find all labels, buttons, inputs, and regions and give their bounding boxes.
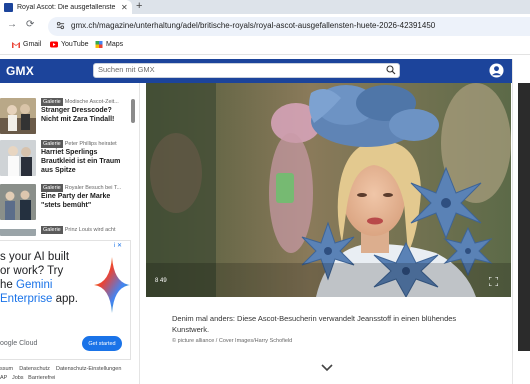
gallery-badge: Galerie bbox=[41, 184, 63, 192]
close-tab-icon[interactable]: ✕ bbox=[121, 3, 128, 12]
list-item[interactable]: Galerie Peter Phillips heiratet Harriet S… bbox=[41, 140, 131, 175]
bookmark-label: Gmail bbox=[23, 41, 42, 48]
reload-icon[interactable]: ⟳ bbox=[26, 19, 34, 30]
article-headline[interactable]: Stranger Dresscode? Nicht mit Zara Tinda… bbox=[41, 106, 131, 124]
footer-link[interactable]: ssum bbox=[0, 366, 13, 372]
fullscreen-icon[interactable] bbox=[489, 277, 498, 286]
list-item[interactable]: Galerie Royaler Besuch bei T... Eine Part… bbox=[41, 184, 131, 210]
article-thumbnail[interactable] bbox=[0, 140, 36, 176]
ad-highlight: Gemini bbox=[16, 279, 53, 291]
bookmark-gmail[interactable]: Gmail bbox=[12, 41, 41, 48]
article-headline[interactable]: Harriet Sperlings Brautkleid ist ein Tra… bbox=[41, 148, 131, 175]
tab-title: Royal Ascot: Die ausgefallenste bbox=[17, 3, 116, 11]
ad-info-icon[interactable]: i ✕ bbox=[114, 242, 122, 249]
sidebar-scrollbar[interactable] bbox=[131, 99, 135, 123]
gallery-badge: Galerie bbox=[41, 98, 63, 106]
list-item[interactable]: Galerie Modische Ascot-Zeit... Stranger D… bbox=[41, 98, 131, 124]
ad-line: app. bbox=[52, 293, 78, 305]
list-item[interactable]: Galerie Prinz Louis wird acht bbox=[41, 226, 131, 234]
article-kicker: Prinz Louis wird acht bbox=[64, 227, 116, 233]
footer-link[interactable]: AP bbox=[0, 375, 7, 381]
article-thumbnail[interactable] bbox=[0, 98, 36, 134]
new-tab-button[interactable]: + bbox=[136, 0, 142, 13]
gallery-photo[interactable] bbox=[146, 83, 511, 297]
ad-line: he bbox=[0, 279, 16, 291]
article-kicker: Modische Ascot-Zeit... bbox=[64, 99, 119, 105]
chevron-down-icon[interactable] bbox=[320, 363, 334, 372]
footer-link[interactable]: Barrierefrei bbox=[28, 375, 55, 381]
footer-link[interactable]: Datenschutz-Einstellungen bbox=[56, 366, 121, 372]
search-icon[interactable] bbox=[386, 65, 396, 75]
footer-row: ssum Datenschutz Datenschutz-Einstellung… bbox=[0, 366, 121, 372]
browser-tab[interactable]: Royal Ascot: Die ausgefallenste ✕ bbox=[0, 0, 132, 14]
gallery-badge: Galerie bbox=[41, 140, 63, 148]
next-photo-preview[interactable] bbox=[518, 83, 530, 351]
search-placeholder: Suchen mit GMX bbox=[98, 65, 155, 74]
bookmark-youtube[interactable]: YouTube bbox=[50, 41, 89, 48]
gallery-badge: Galerie bbox=[41, 226, 63, 234]
gmail-icon bbox=[12, 42, 20, 48]
article-thumbnail[interactable] bbox=[0, 226, 36, 236]
article-kicker: Peter Phillips heiratet bbox=[64, 141, 117, 147]
ad-highlight: Enterprise bbox=[0, 293, 53, 305]
maps-icon bbox=[95, 41, 103, 48]
photo-credit: © picture alliance / Cover Images/Harry … bbox=[172, 338, 293, 344]
ad-line: or work? Try bbox=[0, 265, 64, 277]
ad-text: s your AI built or work? Try he Gemini E… bbox=[0, 250, 78, 306]
bookmark-maps[interactable]: Maps bbox=[95, 41, 123, 48]
photo-caption: Denim mal anders: Diese Ascot-Besucherin… bbox=[172, 314, 457, 334]
bookmark-label: YouTube bbox=[61, 41, 89, 48]
footer-link[interactable]: Datenschutz bbox=[19, 366, 50, 372]
gmx-logo[interactable]: GMX bbox=[6, 64, 34, 78]
bookmark-label: Maps bbox=[106, 41, 124, 48]
site-settings-icon[interactable] bbox=[56, 21, 65, 30]
forward-icon[interactable]: → bbox=[7, 19, 17, 30]
article-kicker: Royaler Besuch bei T... bbox=[64, 185, 122, 191]
article-headline[interactable]: Eine Party der Marke "stets bemüht" bbox=[41, 192, 131, 210]
user-account-icon[interactable] bbox=[489, 63, 504, 78]
gmx-favicon-icon bbox=[4, 2, 13, 12]
article-thumbnail[interactable] bbox=[0, 184, 36, 220]
ad-line: s your AI built bbox=[0, 251, 70, 263]
address-url[interactable]: gmx.ch/magazine/unterhaltung/adel/britis… bbox=[71, 21, 435, 30]
youtube-icon bbox=[50, 41, 58, 48]
ad-brand: oogle Cloud bbox=[0, 340, 38, 347]
footer-row: AP Jobs Barrierefrei bbox=[0, 375, 55, 381]
photo-counter: 8 49 bbox=[155, 278, 167, 284]
ad-cta-button[interactable]: Get started bbox=[82, 336, 122, 351]
footer-link[interactable]: Jobs bbox=[12, 375, 24, 381]
gemini-star-icon bbox=[94, 257, 130, 313]
